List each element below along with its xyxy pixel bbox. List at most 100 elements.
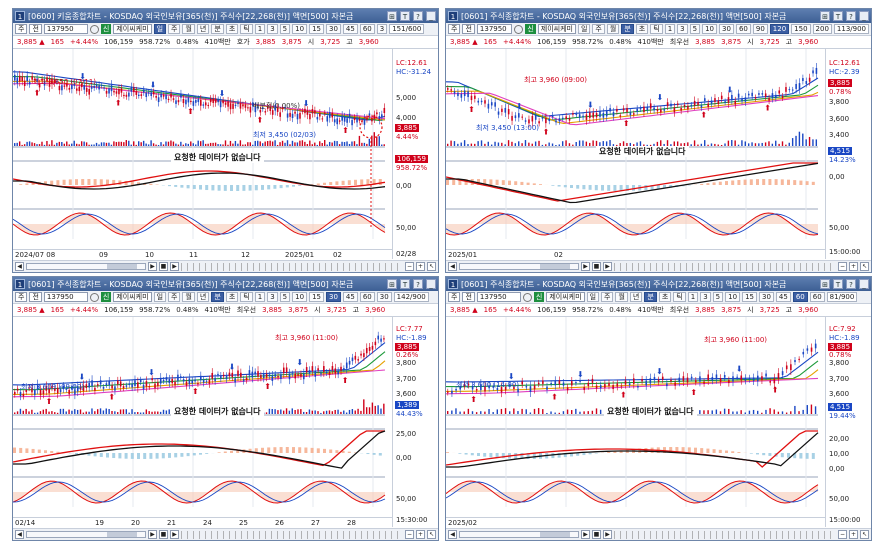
scroll-left-icon[interactable]: ◀ <box>15 530 24 539</box>
chart-scrollbar[interactable]: ◀ ▶ ■ ▶ − + ↖ <box>13 528 438 540</box>
drawing-toolbar[interactable] <box>181 530 403 539</box>
scroll-right-icon[interactable]: ▶ <box>581 262 590 271</box>
interval-1[interactable]: 1 <box>664 24 676 34</box>
period-button-month[interactable]: 월 <box>182 24 195 34</box>
interval-3[interactable]: 3 <box>677 24 688 34</box>
interval-3[interactable]: 3 <box>267 292 278 302</box>
stop-icon[interactable]: ■ <box>159 262 168 271</box>
play-icon[interactable]: ▶ <box>603 530 612 539</box>
drawing-toolbar[interactable] <box>614 530 836 539</box>
interval-60[interactable]: 60 <box>359 292 375 302</box>
zoom-out-icon[interactable]: − <box>405 262 414 271</box>
period-dropdown[interactable]: 주 <box>448 292 461 302</box>
period-button-minute[interactable]: 분 <box>621 24 634 34</box>
chart-area[interactable]: ⬆ ⬇ ⬆ ⬇ ⬆ ⬇ ⬆ ⬇ ⬆ 최고 3,960 (09:00) 최저 3,450 (13:… <box>446 49 871 259</box>
period-button-day[interactable]: 일 <box>153 292 167 302</box>
interval-10[interactable]: 10 <box>725 292 741 302</box>
stock-code-input[interactable]: 137950 <box>43 24 88 34</box>
scroll-thumb[interactable] <box>540 532 570 537</box>
period-button-month[interactable]: 월 <box>182 292 195 302</box>
interval-10[interactable]: 10 <box>292 24 308 34</box>
interval-90[interactable]: 90 <box>752 24 768 34</box>
interval-10[interactable]: 10 <box>292 292 308 302</box>
interval-1[interactable]: 1 <box>254 292 266 302</box>
interval-30[interactable]: 30 <box>758 292 774 302</box>
search-icon[interactable] <box>89 24 99 34</box>
scroll-right-icon[interactable]: ▶ <box>148 530 157 539</box>
period-button-week[interactable]: 주 <box>592 24 605 34</box>
window-titlebar[interactable]: 1 [0600] 키움종합차트 - KOSDAQ 외국인보유[365(천)] 주… <box>13 9 438 23</box>
interval-60[interactable]: 60 <box>792 292 808 302</box>
chart-window-1[interactable]: 1 [0600] 키움종합차트 - KOSDAQ 외국인보유[365(천)] 주… <box>12 8 439 273</box>
interval-150[interactable]: 150 <box>791 24 811 34</box>
search-icon[interactable] <box>522 292 532 302</box>
period-button-second[interactable]: 초 <box>658 292 672 302</box>
help-icon[interactable]: ? <box>413 279 423 289</box>
cursor-icon[interactable]: ↖ <box>860 530 869 539</box>
interval-5[interactable]: 5 <box>689 24 701 34</box>
chart-area[interactable]: ⬆ ⬇ ⬆ ⬇ ⬆ ⬇ ⬆ ⬇ ⬆ 최고 5,650 (07/11) 배분획(0.00%) 최저… <box>13 49 438 259</box>
interval-30[interactable]: 30 <box>325 24 341 34</box>
period-button-minute[interactable]: 분 <box>211 292 224 302</box>
interval-60[interactable]: 60 <box>359 24 375 34</box>
scroll-left-icon[interactable]: ◀ <box>15 262 24 271</box>
interval-custom[interactable]: 30 <box>376 292 392 302</box>
link-icon[interactable]: ⊞ <box>387 11 397 21</box>
play-icon[interactable]: ▶ <box>603 262 612 271</box>
scroll-track[interactable] <box>26 531 146 538</box>
scroll-thumb[interactable] <box>107 532 137 537</box>
period-button-tick[interactable]: 틱 <box>673 292 686 302</box>
scroll-right-icon[interactable]: ▶ <box>148 262 157 271</box>
price-chart-svg[interactable]: ⬆⬇⬆⬇⬆⬇⬆⬇⬆ <box>446 317 825 517</box>
price-chart-svg[interactable]: ⬆⬇⬆⬇⬆⬇⬆⬇⬆ <box>13 317 392 517</box>
period-button-tick[interactable]: 틱 <box>650 24 663 34</box>
interval-45[interactable]: 45 <box>342 292 358 302</box>
interval-10[interactable]: 10 <box>702 24 718 34</box>
period-dropdown[interactable]: 주 <box>15 24 28 34</box>
zoom-out-icon[interactable]: − <box>838 530 847 539</box>
period-button-day[interactable]: 일 <box>577 24 591 34</box>
stop-icon[interactable]: ■ <box>592 530 601 539</box>
interval-15[interactable]: 15 <box>742 292 757 302</box>
settings-icon[interactable]: T <box>833 11 843 21</box>
chart-area[interactable]: ⬆ ⬇ ⬆ ⬇ ⬆ ⬇ ⬆ ⬇ ⬆ 최고 3,960 (11:00) 최저 3,609 (09:… <box>13 317 438 527</box>
period-button-second[interactable]: 초 <box>635 24 649 34</box>
scroll-track[interactable] <box>459 531 579 538</box>
interval-5[interactable]: 5 <box>712 292 724 302</box>
period-button-year[interactable]: 년 <box>196 24 210 34</box>
period-button-minute[interactable]: 분 <box>644 292 657 302</box>
settings-icon[interactable]: T <box>400 11 410 21</box>
stop-icon[interactable]: ■ <box>159 530 168 539</box>
scroll-track[interactable] <box>26 263 146 270</box>
market-dropdown[interactable]: 전 <box>29 24 42 34</box>
cursor-icon[interactable]: ↖ <box>860 262 869 271</box>
minimize-icon[interactable]: _ <box>426 11 436 21</box>
settings-icon[interactable]: T <box>400 279 410 289</box>
minimize-icon[interactable]: _ <box>859 11 869 21</box>
period-button-day[interactable]: 일 <box>586 292 600 302</box>
chart-scrollbar[interactable]: ◀ ▶ ■ ▶ − + ↖ <box>13 260 438 272</box>
interval-5[interactable]: 5 <box>279 292 291 302</box>
interval-3[interactable]: 3 <box>267 24 278 34</box>
market-dropdown[interactable]: 전 <box>462 24 475 34</box>
period-button-week[interactable]: 주 <box>601 292 614 302</box>
link-icon[interactable]: ⊞ <box>820 279 830 289</box>
period-dropdown[interactable]: 주 <box>448 24 461 34</box>
interval-1[interactable]: 1 <box>687 292 699 302</box>
interval-custom[interactable]: 60 <box>809 292 825 302</box>
period-button-year[interactable]: 년 <box>629 292 643 302</box>
interval-45[interactable]: 45 <box>775 292 791 302</box>
stock-code-input[interactable]: 137950 <box>476 292 521 302</box>
chart-window-2[interactable]: 1 [0601] 주식종합차트 - KOSDAQ 외국인보유[365(천)] 주… <box>445 8 872 273</box>
period-button-day[interactable]: 일 <box>153 24 167 34</box>
play-icon[interactable]: ▶ <box>170 262 179 271</box>
cursor-icon[interactable]: ↖ <box>427 530 436 539</box>
chart-scrollbar[interactable]: ◀ ▶ ■ ▶ − + ↖ <box>446 260 871 272</box>
zoom-in-icon[interactable]: + <box>416 262 425 271</box>
zoom-in-icon[interactable]: + <box>849 262 858 271</box>
cursor-icon[interactable]: ↖ <box>427 262 436 271</box>
zoom-out-icon[interactable]: − <box>838 262 847 271</box>
market-dropdown[interactable]: 전 <box>29 292 42 302</box>
period-button-minute[interactable]: 분 <box>211 24 224 34</box>
scroll-right-icon[interactable]: ▶ <box>581 530 590 539</box>
